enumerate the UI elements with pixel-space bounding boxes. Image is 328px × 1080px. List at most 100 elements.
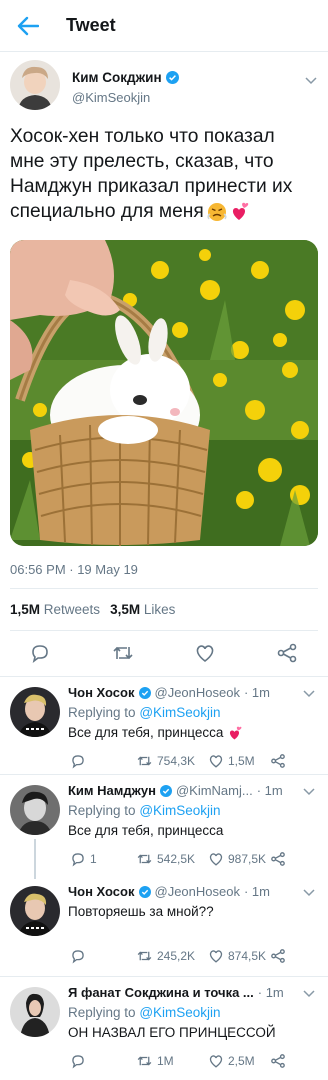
heart-icon (196, 645, 214, 663)
retweet-icon (137, 854, 152, 864)
author-name[interactable]: Ким Сокджин (72, 70, 179, 85)
reply-actions: 1M 2,5M (68, 1053, 318, 1071)
reply-header: Я фанат Сокджина и точка ... · 1m (68, 985, 298, 1000)
share-button[interactable] (270, 1053, 286, 1069)
retweet-icon (137, 951, 152, 961)
divider (10, 588, 318, 589)
retweet-button[interactable]: 542,5K (136, 851, 195, 867)
reply-time: · 1m (257, 985, 284, 1000)
avatar[interactable] (10, 886, 60, 936)
like-button[interactable]: 2,5M (208, 1053, 255, 1069)
top-bar: Tweet (0, 0, 328, 52)
retweet-button[interactable]: 754,3K (136, 753, 195, 769)
avatar[interactable] (10, 60, 60, 110)
reply-author-name[interactable]: Я фанат Сокджина и точка ... (68, 985, 254, 1000)
like-button[interactable]: 1,5M (208, 753, 255, 769)
reply-button[interactable] (27, 640, 53, 666)
tweet-actions (0, 640, 328, 666)
reply-tweet[interactable]: Чон Хосок @JeonHoseok · 1m Replying to @… (0, 676, 328, 774)
more-options-button[interactable] (304, 74, 318, 88)
reply-header: Ким Намджун @KimNamj... · 1m (68, 783, 298, 798)
more-options-button[interactable] (302, 785, 316, 799)
bunny-in-basket-image (10, 240, 318, 546)
retweet-button[interactable] (110, 640, 136, 666)
reply-time: · 1m (256, 783, 283, 798)
author-handle[interactable]: @KimSeokjin (72, 90, 150, 105)
retweet-button[interactable]: 245,2K (136, 948, 195, 964)
chevron-down-icon (303, 690, 315, 698)
reply-tweet[interactable]: Я фанат Сокджина и точка ... · 1m Replyi… (0, 976, 328, 1080)
reply-text: Все для тебя, принцесса (68, 823, 224, 838)
like-button[interactable]: 987,5K (208, 851, 266, 867)
verified-badge-icon (159, 784, 172, 797)
tweet-timestamp: 06:56 PM · 19 May 19 (10, 562, 138, 577)
reply-author-name[interactable]: Чон Хосок (68, 685, 135, 700)
share-button[interactable] (274, 640, 300, 666)
verified-badge-icon (138, 686, 151, 699)
reply-actions: 1 542,5K 987,5K (68, 851, 318, 869)
replying-to-link[interactable]: @KimSeokjin (139, 1005, 220, 1020)
more-options-button[interactable] (302, 687, 316, 701)
reply-author-name[interactable]: Ким Намджун (68, 783, 156, 798)
avatar[interactable] (10, 785, 60, 835)
reply-author-handle[interactable]: @KimNamj... (176, 783, 253, 798)
retweet-icon (137, 1056, 152, 1066)
more-options-button[interactable] (302, 886, 316, 900)
avatar[interactable] (10, 987, 60, 1037)
heart-icon (209, 853, 223, 866)
angry-face-emoji-icon (207, 202, 227, 221)
share-button[interactable] (270, 948, 286, 964)
share-icon (277, 643, 297, 663)
reply-tweet[interactable]: Ким Намджун @KimNamj... · 1m Replying to… (0, 774, 328, 879)
retweet-icon (137, 756, 152, 766)
share-icon (271, 852, 285, 866)
two-hearts-emoji-icon (232, 202, 249, 220)
share-button[interactable] (270, 851, 286, 867)
retweets-stat[interactable]: 1,5M Retweets (10, 602, 100, 617)
tweet-author: Ким Сокджин @KimSeokjin (10, 60, 318, 112)
reply-button[interactable] (70, 753, 90, 769)
retweet-icon (113, 646, 133, 660)
heart-icon (209, 950, 223, 963)
like-button[interactable]: 874,5K (208, 948, 266, 964)
tweet-stats: 1,5M Retweets 3,5M Likes (10, 602, 175, 617)
share-icon (271, 1054, 285, 1068)
back-arrow-icon (17, 16, 39, 36)
reply-author-handle[interactable]: @JeonHoseok (155, 685, 240, 700)
replying-to-link[interactable]: @KimSeokjin (139, 705, 220, 720)
reply-icon (72, 950, 84, 964)
divider (10, 630, 318, 631)
share-icon (271, 754, 285, 768)
reply-text: Все для тебя, принцесса (68, 725, 242, 741)
reply-icon (32, 645, 48, 663)
reply-button[interactable] (70, 948, 90, 964)
reply-header: Чон Хосок @JeonHoseok · 1m (68, 884, 298, 899)
chevron-down-icon (303, 990, 315, 998)
reply-button[interactable] (70, 1053, 90, 1069)
page-title: Tweet (66, 15, 116, 35)
reply-author-name[interactable]: Чон Хосок (68, 884, 135, 899)
reply-button[interactable]: 1 (70, 851, 97, 867)
reply-icon (72, 1055, 84, 1069)
heart-icon (209, 1055, 223, 1068)
verified-badge-icon (165, 71, 179, 84)
reply-author-handle[interactable]: @JeonHoseok (155, 884, 240, 899)
reply-tweet[interactable]: Чон Хосок @JeonHoseok · 1m Повторяешь за… (0, 876, 328, 976)
reply-text: ОН НАЗВАЛ ЕГО ПРИНЦЕССОЙ (68, 1025, 276, 1040)
share-button[interactable] (270, 753, 286, 769)
likes-stat[interactable]: 3,5M Likes (110, 602, 175, 617)
retweet-button[interactable]: 1M (136, 1053, 174, 1069)
replying-to-link[interactable]: @KimSeokjin (139, 803, 220, 818)
more-options-button[interactable] (302, 987, 316, 1001)
tweet-photo[interactable] (10, 240, 318, 546)
emoji-group (207, 202, 249, 222)
like-button[interactable] (192, 640, 218, 666)
reply-header: Чон Хосок @JeonHoseok · 1m (68, 685, 298, 700)
reply-time: · 1m (243, 884, 270, 899)
avatar[interactable] (10, 687, 60, 737)
heart-icon (209, 755, 223, 768)
back-button[interactable] (14, 12, 42, 40)
replying-to: Replying to @KimSeokjin (68, 705, 221, 720)
reply-actions: 245,2K 874,5K (68, 948, 318, 966)
reply-icon (72, 853, 84, 867)
